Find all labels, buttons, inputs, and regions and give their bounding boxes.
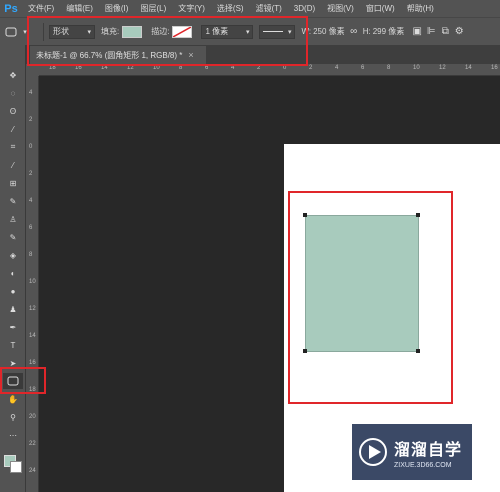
- menu-select[interactable]: 选择(S): [211, 3, 250, 14]
- menu-view[interactable]: 视图(V): [321, 3, 360, 14]
- menu-type[interactable]: 文字(Y): [172, 3, 211, 14]
- ruler-tick-label: 14: [29, 333, 36, 339]
- menu-window[interactable]: 窗口(W): [360, 3, 401, 14]
- ruler-tick-label: 10: [413, 65, 420, 71]
- ruler-tick-label: 4: [29, 198, 33, 204]
- clone-stamp-tool-icon[interactable]: ♙: [3, 211, 23, 227]
- ruler-tick-label: 14: [465, 65, 472, 71]
- path-arrangement-icon[interactable]: ⧉: [438, 25, 452, 39]
- menu-3d[interactable]: 3D(D): [288, 4, 321, 13]
- eraser-tool-icon[interactable]: ◈: [3, 247, 23, 263]
- crop-tool-icon[interactable]: ⌗: [3, 139, 23, 155]
- ruler-tick-label: 20: [29, 414, 36, 420]
- menu-bar: Ps 文件(F) 编辑(E) 图像(I) 图层(L) 文字(Y) 选择(S) 滤…: [0, 0, 500, 17]
- ruler-tick-label: 6: [29, 225, 33, 231]
- path-alignment-icon[interactable]: ⊫: [424, 25, 438, 39]
- ruler-tick-label: 8: [29, 252, 33, 258]
- ruler-tick-label: 10: [29, 279, 36, 285]
- annotation-tool-highlight: [0, 367, 46, 394]
- dodge-tool-icon[interactable]: ♟: [3, 301, 23, 317]
- lasso-tool-icon[interactable]: ʘ: [3, 103, 23, 119]
- zoom-tool-icon[interactable]: ⚲: [3, 409, 23, 425]
- ruler-tick-label: 12: [29, 306, 36, 312]
- ruler-tick-label: 8: [387, 65, 391, 71]
- play-logo-icon: [359, 438, 387, 466]
- tools-panel: ✥ ◌ ʘ ⁄ ⌗ ⁄ ⊞ ✎ ♙ ✎ ◈ ◐ ● ♟ ✒ T ➤ ✋ ⚲ ⋯: [0, 45, 26, 492]
- watermark-title: 溜溜自学: [394, 441, 463, 459]
- height-label: H:: [362, 27, 371, 36]
- marquee-tool-icon[interactable]: ◌: [3, 85, 23, 101]
- menu-edit[interactable]: 编辑(E): [60, 3, 99, 14]
- healing-brush-tool-icon[interactable]: ⊞: [3, 175, 23, 191]
- ruler-tick-label: 6: [361, 65, 365, 71]
- menu-image[interactable]: 图像(I): [99, 3, 135, 14]
- link-icon[interactable]: ∞: [347, 25, 361, 39]
- ruler-tick-label: 2: [309, 65, 313, 71]
- ruler-tick-label: 2: [29, 117, 33, 123]
- watermark-url: ZIXUE.3D66.COM: [394, 461, 452, 469]
- ruler-tick-label: 24: [29, 468, 36, 474]
- menu-file[interactable]: 文件(F): [22, 3, 60, 14]
- brush-tool-icon[interactable]: ✎: [3, 193, 23, 209]
- move-tool-icon[interactable]: ✥: [3, 67, 23, 83]
- menu-filter[interactable]: 滤镜(T): [250, 3, 288, 14]
- height-value[interactable]: 299 像素: [373, 26, 405, 37]
- type-tool-icon[interactable]: T: [3, 337, 23, 353]
- ruler-tick-label: 12: [439, 65, 446, 71]
- app-logo: Ps: [4, 2, 18, 15]
- rounded-rect-icon: [4, 25, 18, 39]
- menu-layer[interactable]: 图层(L): [134, 3, 172, 14]
- quick-select-tool-icon[interactable]: ⁄: [3, 121, 23, 137]
- ruler-tick-label: 22: [29, 441, 36, 447]
- eyedropper-tool-icon[interactable]: ⁄: [3, 157, 23, 173]
- ruler-tick-label: 0: [29, 144, 33, 150]
- menu-help[interactable]: 帮助(H): [401, 3, 440, 14]
- background-color-swatch[interactable]: [10, 461, 22, 473]
- paint-bucket-tool-icon[interactable]: ◐: [3, 265, 23, 281]
- ruler-tick-label: 2: [29, 171, 33, 177]
- watermark: 溜溜自学 ZIXUE.3D66.COM: [352, 424, 472, 480]
- ruler-tick-label: 16: [491, 65, 498, 71]
- path-operations-icon[interactable]: ▣: [410, 25, 424, 39]
- ruler-tick-label: 16: [29, 360, 36, 366]
- more-tools-icon[interactable]: ⋯: [3, 427, 23, 443]
- annotation-options-highlight: [27, 16, 308, 66]
- ruler-tick-label: 4: [335, 65, 339, 71]
- blur-tool-icon[interactable]: ●: [3, 283, 23, 299]
- settings-icon[interactable]: ⚙: [452, 25, 466, 39]
- annotation-shape-highlight: [288, 191, 453, 404]
- history-brush-tool-icon[interactable]: ✎: [3, 229, 23, 245]
- vertical-ruler[interactable]: 4 2 0 2 4 6 8 10 12 14 16 18 20 22 24: [26, 76, 39, 492]
- width-value[interactable]: 250 像素: [313, 26, 345, 37]
- ruler-tick-label: 4: [29, 90, 33, 96]
- pen-tool-icon[interactable]: ✒: [3, 319, 23, 335]
